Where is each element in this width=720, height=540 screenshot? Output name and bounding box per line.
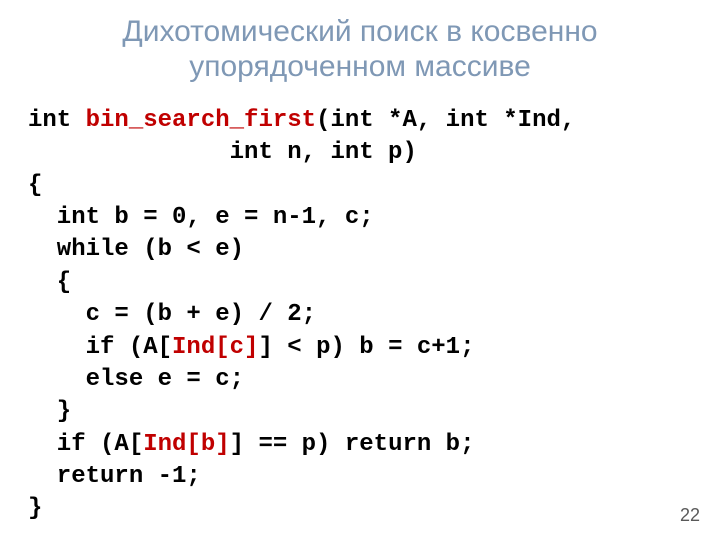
code-l12: return -1; xyxy=(28,463,201,490)
code-l3: { xyxy=(28,172,42,199)
code-l7: c = (b + e) / 2; xyxy=(28,301,316,328)
code-l13: } xyxy=(28,495,42,522)
code-l6: { xyxy=(28,269,71,296)
code-l4: int b = 0, e = n-1, c; xyxy=(28,204,374,231)
code-l11a: if (A[ xyxy=(28,431,143,458)
code-l1b: (int *A, int *Ind, xyxy=(316,107,575,134)
code-l9: else e = c; xyxy=(28,366,244,393)
title-line-1: Дихотомический поиск в косвенно xyxy=(122,15,597,48)
code-l11-index: Ind[b] xyxy=(143,431,229,458)
code-l11b: ] == p) return b; xyxy=(230,431,475,458)
title-line-2: упорядоченном массиве xyxy=(189,50,531,83)
code-l8b: ] < p) b = c+1; xyxy=(258,334,474,361)
page-number: 22 xyxy=(680,505,700,526)
slide: Дихотомический поиск в косвенно упорядоч… xyxy=(0,0,720,540)
slide-title: Дихотомический поиск в косвенно упорядоч… xyxy=(28,14,692,85)
code-l8a: if (A[ xyxy=(28,334,172,361)
code-l10: } xyxy=(28,398,71,425)
code-block: int bin_search_first(int *A, int *Ind, i… xyxy=(28,105,692,526)
code-fn-name: bin_search_first xyxy=(86,107,316,134)
code-l8-index: Ind[c] xyxy=(172,334,258,361)
code-l1a: int xyxy=(28,107,86,134)
code-l5: while (b < e) xyxy=(28,236,244,263)
code-l2: int n, int p) xyxy=(28,139,417,166)
